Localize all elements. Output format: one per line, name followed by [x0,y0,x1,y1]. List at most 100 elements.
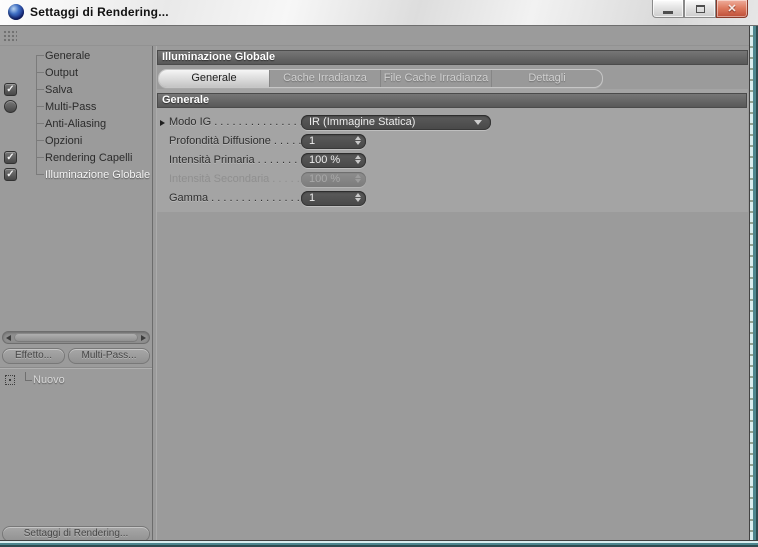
stepper-arrows[interactable] [355,174,361,183]
tree-branch-line [36,157,44,158]
tree-branch-line [36,106,44,107]
step-down-icon[interactable] [355,198,361,202]
render-settings-window: Settaggi di Rendering... ✕ Generale Outpu… [0,0,758,547]
settings-sidebar: Generale Output ✓ Salva Multi-Pass Anti-Alias… [0,46,152,542]
close-button[interactable]: ✕ [716,0,748,18]
drag-grip-handle[interactable] [3,30,17,43]
sidebar-item-label: Rendering Capelli [45,151,133,164]
stepper-arrows[interactable] [355,155,361,164]
checkbox-salva[interactable]: ✓ [4,83,17,96]
tab-cache-irradianza[interactable]: Cache Irradianza [270,70,381,87]
minimize-button[interactable] [652,0,684,18]
step-up-icon[interactable] [355,136,361,140]
multipass-button[interactable]: Multi-Pass... [68,348,150,364]
effects-list-separator [0,368,152,369]
field-row-gamma: Gamma 1 [160,190,742,206]
profondit-diffusione-input[interactable]: 1 [301,133,366,149]
sidebar-item-label: Opzioni [45,134,83,147]
tab-dettagli[interactable]: Dettagli [492,70,602,87]
field-value: 100 % [309,153,341,166]
sidebar-item-illuminazione-globale[interactable]: ✓ Illuminazione Globale [0,166,152,183]
effect-list-item-nuovo[interactable]: Nuovo [0,372,152,388]
checkbox-rendering-capelli[interactable]: ✓ [4,151,17,164]
field-value: 1 [309,191,316,204]
tab-file-cache-irradianza[interactable]: File Cache Irradianza [381,70,492,87]
scroll-right-icon[interactable] [141,335,146,341]
maximize-icon [695,4,705,13]
tree-branch-icon [25,372,32,381]
checkmark-icon: ✓ [6,84,15,95]
window-resize-edge-right[interactable] [749,26,758,540]
sidebar-item-label: Multi-Pass [45,100,97,113]
dot-leader [255,154,301,166]
field-value: 100 % [309,172,341,185]
step-up-icon[interactable] [355,155,361,159]
sidebar-item-generale[interactable]: Generale [0,47,152,64]
field-label-wrap: Intensità Primaria [160,154,301,166]
app-sphere-icon [8,4,24,20]
effect-button[interactable]: Effetto... [2,348,65,364]
field-row-modo-ig: Modo IG IR (Immagine Statica) [160,114,742,130]
window-titlebar[interactable]: Settaggi di Rendering... ✕ [0,0,758,26]
effect-icon [5,375,15,385]
scrollbar-thumb[interactable] [14,333,138,342]
field-row-intensit-primaria: Intensità Primaria 100 % [160,152,742,168]
expander-triangle-icon[interactable] [160,120,165,126]
field-value: IR (Immagine Statica) [309,115,416,128]
panel-title: Illuminazione Globale [157,50,748,65]
field-label-wrap: Intensità Secondaria [160,173,301,185]
field-label: Profondità Diffusione [169,135,271,147]
field-label: Modo IG [169,116,212,128]
sidebar-horizontal-scrollbar[interactable] [2,331,150,344]
field-label: Gamma [169,192,209,204]
checkbox-multi-pass[interactable] [4,100,17,113]
sidebar-item-salva[interactable]: ✓ Salva [0,81,152,98]
sidebar-item-rendering-capelli[interactable]: ✓ Rendering Capelli [0,149,152,166]
field-label: Intensità Secondaria [169,173,270,185]
window-resize-edge-bottom[interactable] [0,540,758,547]
close-icon: ✕ [727,2,737,15]
step-up-icon[interactable] [355,174,361,178]
field-row-profondit-diffusione: Profondità Diffusione 1 [160,133,742,149]
maximize-button[interactable] [684,0,716,18]
intensit-secondaria-input: 100 % [301,171,366,187]
gamma-input[interactable]: 1 [301,190,366,206]
stepper-arrows[interactable] [355,193,361,202]
sidebar-item-multi-pass[interactable]: Multi-Pass [0,98,152,115]
sidebar-item-output[interactable]: Output [0,64,152,81]
dot-leader [211,116,301,128]
field-value: 1 [309,134,316,147]
sidebar-item-anti-aliasing[interactable]: Anti-Aliasing [0,115,152,132]
step-down-icon[interactable] [355,141,361,145]
step-down-icon[interactable] [355,179,361,183]
step-up-icon[interactable] [355,193,361,197]
dot-leader [271,135,301,147]
form-area: Generale Modo IG IR (Immagine Statica) Pro… [157,89,748,212]
checkbox-illuminazione-globale[interactable]: ✓ [4,168,17,181]
tree-branch-line [36,174,44,175]
intensit-primaria-input[interactable]: 100 % [301,152,366,168]
tab-generale[interactable]: Generale [159,70,270,87]
sidebar-item-label: Illuminazione Globale [45,168,151,181]
effect-item-label: Nuovo [33,374,65,386]
window-controls: ✕ [652,0,748,18]
dot-leader [269,173,301,185]
field-label: Intensità Primaria [169,154,255,166]
tree-branch-line [36,72,44,73]
sidebar-item-opzioni[interactable]: Opzioni [0,132,152,149]
sidebar-item-label: Output [45,66,79,79]
field-label-wrap: Modo IG [160,116,301,128]
checkmark-icon: ✓ [6,169,15,180]
tree-branch-line [36,123,44,124]
tree-branch-line [36,55,44,56]
chevron-down-icon [474,119,482,125]
scroll-left-icon[interactable] [6,335,11,341]
dot-leader [208,192,301,204]
step-down-icon[interactable] [355,160,361,164]
tree-branch-line [36,89,44,90]
window-title: Settaggi di Rendering... [30,5,169,19]
sidebar-item-label: Anti-Aliasing [45,117,107,130]
sidebar-item-label: Generale [45,49,91,62]
modo-ig-dropdown[interactable]: IR (Immagine Statica) [301,114,491,130]
stepper-arrows[interactable] [355,136,361,145]
